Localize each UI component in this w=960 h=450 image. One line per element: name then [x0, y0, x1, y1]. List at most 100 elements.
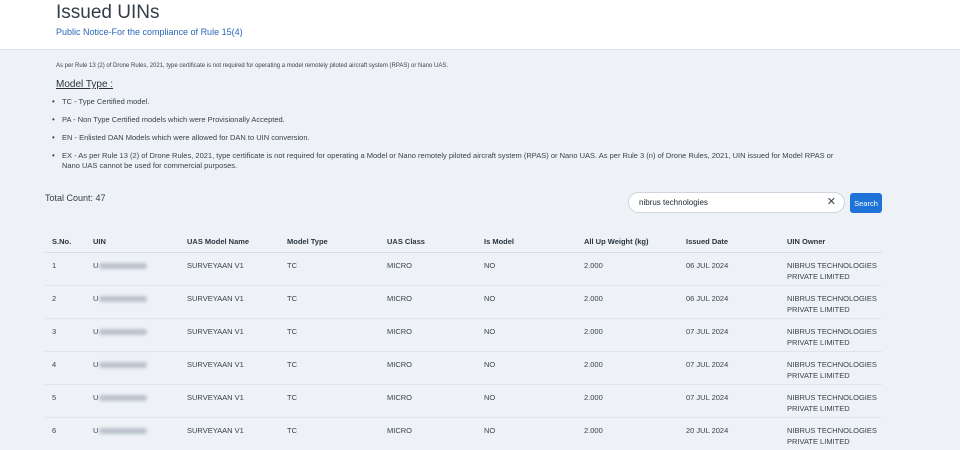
redacted-uin: [99, 362, 148, 369]
cell-model-name: SURVEYAAN V1: [187, 393, 244, 402]
cell-model-type: TC: [287, 426, 297, 435]
cell-uin: U: [93, 392, 148, 403]
cell-uas-class: MICRO: [387, 360, 412, 369]
total-count: Total Count: 47: [45, 193, 106, 203]
cell-issued-date: 06 JUL 2024: [686, 261, 729, 270]
cell-model-type: TC: [287, 261, 297, 270]
cell-weight: 2.000: [584, 393, 603, 402]
cell-uin: U: [93, 425, 148, 436]
cell-issued-date: 20 JUL 2024: [686, 426, 729, 435]
cell-uin: U: [93, 293, 148, 304]
redacted-uin: [99, 428, 148, 435]
table-row: 6 U SURVEYAAN V1 TC MICRO NO 2.000 20 JUL 2024 N…: [45, 418, 882, 450]
cell-sno: 1: [52, 261, 57, 270]
cell-uin-owner: NIBRUS TECHNOLOGIES PRIVATE LIMITED: [787, 327, 877, 347]
column-header-model-name: UAS Model Name: [187, 237, 250, 246]
uin-prefix: U: [93, 426, 99, 435]
close-icon[interactable]: ✕: [827, 196, 836, 209]
cell-issued-date: 07 JUL 2024: [686, 327, 729, 336]
cell-uin-owner: NIBRUS TECHNOLOGIES PRIVATE LIMITED: [787, 393, 877, 413]
table-row: 1 U SURVEYAAN V1 TC MICRO NO 2.000 06 JUL 2024 N…: [45, 253, 882, 286]
cell-is-model: NO: [484, 360, 496, 369]
page-header: Issued UINs Public Notice-For the compli…: [0, 0, 960, 50]
cell-is-model: NO: [484, 261, 496, 270]
column-header-weight: All Up Weight (kg): [584, 237, 649, 246]
cell-uin: U: [93, 359, 148, 370]
cell-model-name: SURVEYAAN V1: [187, 360, 244, 369]
uin-prefix: U: [93, 294, 99, 303]
cell-weight: 2.000: [584, 327, 603, 336]
model-type-item: TC - Type Certified model.: [52, 97, 852, 107]
cell-is-model: NO: [484, 327, 496, 336]
cell-uin-owner: NIBRUS TECHNOLOGIES PRIVATE LIMITED: [787, 261, 877, 281]
cell-weight: 2.000: [584, 294, 603, 303]
cell-issued-date: 07 JUL 2024: [686, 360, 729, 369]
cell-uas-class: MICRO: [387, 393, 412, 402]
cell-uas-class: MICRO: [387, 327, 412, 336]
table-row: 3 U SURVEYAAN V1 TC MICRO NO 2.000 07 JUL 2024 N…: [45, 319, 882, 352]
cell-is-model: NO: [484, 426, 496, 435]
model-type-list: TC - Type Certified model. PA - Non Type…: [52, 97, 852, 179]
cell-uin: U: [93, 260, 148, 271]
cell-weight: 2.000: [584, 261, 603, 270]
cell-uin-owner: NIBRUS TECHNOLOGIES PRIVATE LIMITED: [787, 294, 877, 314]
cell-sno: 6: [52, 426, 57, 435]
cell-uin: U: [93, 326, 148, 337]
cell-weight: 2.000: [584, 426, 603, 435]
cell-sno: 4: [52, 360, 57, 369]
column-header-is-model: Is Model: [484, 237, 515, 246]
cell-model-type: TC: [287, 393, 297, 402]
cell-is-model: NO: [484, 294, 496, 303]
model-type-item: PA - Non Type Certified models which wer…: [52, 115, 852, 125]
cell-uas-class: MICRO: [387, 294, 412, 303]
uin-prefix: U: [93, 393, 99, 402]
cell-issued-date: 06 JUL 2024: [686, 294, 729, 303]
cell-sno: 5: [52, 393, 57, 402]
column-header-uin: UIN: [93, 237, 106, 246]
redacted-uin: [99, 395, 148, 402]
cell-sno: 3: [52, 327, 57, 336]
uin-prefix: U: [93, 261, 99, 270]
search-button[interactable]: Search: [850, 193, 882, 213]
model-type-heading: Model Type :: [56, 79, 114, 90]
cell-model-type: TC: [287, 360, 297, 369]
redacted-uin: [99, 329, 148, 336]
notice-intro: As per Rule 13 (2) of Drone Rules, 2021,…: [56, 63, 449, 69]
redacted-uin: [99, 296, 148, 303]
table-body: 1 U SURVEYAAN V1 TC MICRO NO 2.000 06 JUL 2024 N…: [45, 253, 882, 450]
column-header-uin-owner: UIN Owner: [787, 237, 826, 246]
cell-weight: 2.000: [584, 360, 603, 369]
column-header-sno: S.No.: [52, 237, 72, 246]
public-notice-link[interactable]: Public Notice-For the compliance of Rule…: [56, 27, 243, 37]
uin-prefix: U: [93, 360, 99, 369]
search-input[interactable]: [639, 195, 819, 210]
uin-table: S.No. UIN UAS Model Name Model Type UAS …: [45, 232, 882, 450]
cell-model-type: TC: [287, 294, 297, 303]
cell-model-name: SURVEYAAN V1: [187, 261, 244, 270]
uin-prefix: U: [93, 327, 99, 336]
model-type-item: EN - Enlisted DAN Models which were allo…: [52, 133, 852, 143]
cell-uin-owner: NIBRUS TECHNOLOGIES PRIVATE LIMITED: [787, 426, 877, 446]
cell-uin-owner: NIBRUS TECHNOLOGIES PRIVATE LIMITED: [787, 360, 877, 380]
cell-is-model: NO: [484, 393, 496, 402]
cell-model-type: TC: [287, 327, 297, 336]
cell-uas-class: MICRO: [387, 261, 412, 270]
model-type-item: EX - As per Rule 13 (2) of Drone Rules, …: [52, 151, 852, 171]
redacted-uin: [99, 263, 148, 270]
table-row: 4 U SURVEYAAN V1 TC MICRO NO 2.000 07 JUL 2024 N…: [45, 352, 882, 385]
table-header: S.No. UIN UAS Model Name Model Type UAS …: [45, 232, 882, 253]
cell-uas-class: MICRO: [387, 426, 412, 435]
cell-issued-date: 07 JUL 2024: [686, 393, 729, 402]
table-row: 5 U SURVEYAAN V1 TC MICRO NO 2.000 07 JUL 2024 N…: [45, 385, 882, 418]
cell-model-name: SURVEYAAN V1: [187, 327, 244, 336]
cell-model-name: SURVEYAAN V1: [187, 294, 244, 303]
main-content: As per Rule 13 (2) of Drone Rules, 2021,…: [0, 50, 960, 450]
search-box: ✕: [628, 192, 845, 213]
cell-sno: 2: [52, 294, 57, 303]
page-title: Issued UINs: [56, 2, 160, 23]
table-row: 2 U SURVEYAAN V1 TC MICRO NO 2.000 06 JUL 2024 N…: [45, 286, 882, 319]
column-header-model-type: Model Type: [287, 237, 328, 246]
cell-model-name: SURVEYAAN V1: [187, 426, 244, 435]
column-header-uas-class: UAS Class: [387, 237, 425, 246]
column-header-issued-date: Issued Date: [686, 237, 729, 246]
